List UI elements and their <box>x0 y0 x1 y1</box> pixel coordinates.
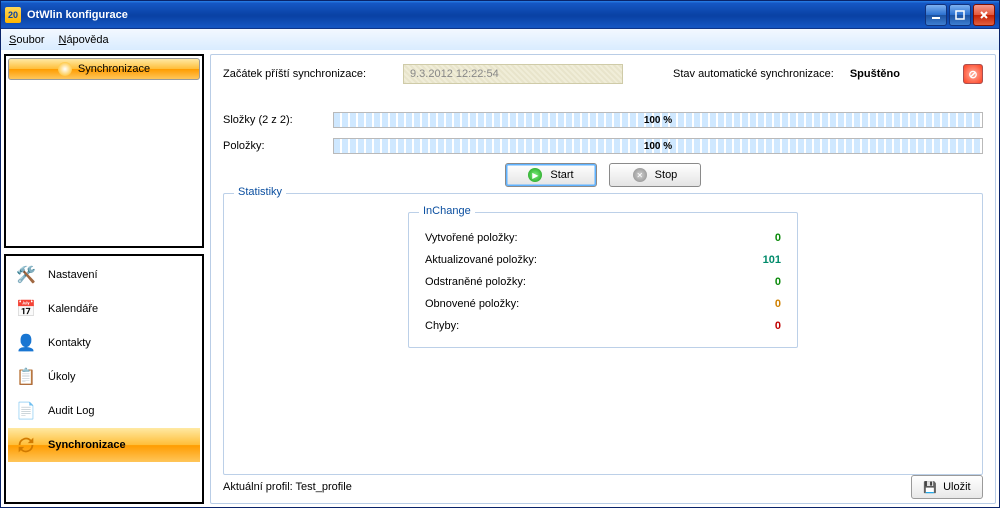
folders-progress: 100 % <box>333 112 983 128</box>
sidebar-item-sync[interactable]: Synchronizace <box>8 428 200 462</box>
sync-icon <box>58 62 72 76</box>
updated-label: Aktualizované položky: <box>425 254 537 266</box>
minimize-icon <box>931 10 941 20</box>
sidebar-top-tab[interactable]: Synchronizace <box>8 58 200 80</box>
window-title: OtWlin konfigurace <box>27 9 128 21</box>
inchange-fieldset: InChange Vytvořené položky: 0 Aktualizov… <box>408 212 798 348</box>
start-button[interactable]: ▶ Start <box>505 163 597 187</box>
next-sync-value: 9.3.2012 12:22:54 <box>403 64 623 84</box>
minimize-button[interactable] <box>925 4 947 26</box>
stats-fieldset: Statistiky InChange Vytvořené položky: 0… <box>223 193 983 475</box>
sidebar-item-label: Audit Log <box>48 405 94 417</box>
menu-help[interactable]: Nápověda <box>58 34 108 46</box>
next-sync-label: Začátek příští synchronizace: <box>223 68 393 80</box>
maximize-icon <box>955 10 965 20</box>
sidebar-item-label: Úkoly <box>48 371 76 383</box>
profile-label: Aktuální profil: Test_profile <box>223 481 352 493</box>
folders-pct: 100 % <box>334 113 982 127</box>
tasks-icon: 📋 <box>14 365 38 389</box>
sidebar-item-tasks[interactable]: 📋 Úkoly <box>8 360 200 394</box>
save-icon: 💾 <box>923 481 937 494</box>
sidebar-bottom-panel: 🛠️ Nastavení 📅 Kalendáře 👤 Kontakty 📋 Úk… <box>4 254 204 504</box>
save-button[interactable]: 💾 Uložit <box>911 475 983 499</box>
sidebar-item-auditlog[interactable]: 📄 Audit Log <box>8 394 200 428</box>
gear-icon: 🛠️ <box>14 263 38 287</box>
stats-legend: Statistiky <box>234 186 286 198</box>
stop-icon: ✕ <box>633 168 647 182</box>
sidebar: Synchronizace 🛠️ Nastavení 📅 Kalendáře 👤… <box>4 54 204 504</box>
sidebar-item-label: Nastavení <box>48 269 98 281</box>
sidebar-item-label: Synchronizace <box>48 439 126 451</box>
errors-label: Chyby: <box>425 320 459 332</box>
items-pct: 100 % <box>334 139 982 153</box>
updated-value: 101 <box>731 254 781 266</box>
sidebar-top-panel: Synchronizace <box>4 54 204 248</box>
folders-label: Složky (2 z 2): <box>223 114 323 126</box>
sidebar-item-contacts[interactable]: 👤 Kontakty <box>8 326 200 360</box>
play-icon: ▶ <box>528 168 542 182</box>
app-icon: 20 <box>5 7 21 23</box>
app-window: 20 OtWlin konfigurace Soubor Nápověda Sy… <box>0 0 1000 508</box>
auto-state-label: Stav automatické synchronizace: <box>673 68 834 80</box>
footer: Aktuální profil: Test_profile 💾 Uložit <box>223 475 983 499</box>
auto-state-value: Spuštěno <box>850 68 900 80</box>
main-panel: Začátek příští synchronizace: 9.3.2012 1… <box>210 54 996 504</box>
items-progress: 100 % <box>333 138 983 154</box>
sidebar-item-calendars[interactable]: 📅 Kalendáře <box>8 292 200 326</box>
titlebar[interactable]: 20 OtWlin konfigurace <box>1 1 999 29</box>
sidebar-top-label: Synchronizace <box>78 63 150 75</box>
stop-auto-button[interactable]: ⊘ <box>963 64 983 84</box>
removed-value: 0 <box>731 276 781 288</box>
cancel-icon: ⊘ <box>968 68 977 81</box>
calendar-icon: 📅 <box>14 297 38 321</box>
stop-label: Stop <box>655 169 678 181</box>
restored-label: Obnovené položky: <box>425 298 519 310</box>
created-label: Vytvořené položky: <box>425 232 518 244</box>
log-icon: 📄 <box>14 399 38 423</box>
contact-icon: 👤 <box>14 331 38 355</box>
refresh-icon <box>14 433 38 457</box>
close-icon <box>979 10 989 20</box>
stop-button[interactable]: ✕ Stop <box>609 163 701 187</box>
inchange-legend: InChange <box>419 205 475 217</box>
removed-label: Odstraněné položky: <box>425 276 526 288</box>
sidebar-item-label: Kalendáře <box>48 303 98 315</box>
sidebar-item-settings[interactable]: 🛠️ Nastavení <box>8 258 200 292</box>
errors-value: 0 <box>731 320 781 332</box>
items-label: Položky: <box>223 140 323 152</box>
maximize-button[interactable] <box>949 4 971 26</box>
menubar: Soubor Nápověda <box>1 29 999 51</box>
menu-file[interactable]: Soubor <box>9 34 44 46</box>
sidebar-item-label: Kontakty <box>48 337 91 349</box>
start-label: Start <box>550 169 573 181</box>
created-value: 0 <box>731 232 781 244</box>
restored-value: 0 <box>731 298 781 310</box>
save-label: Uložit <box>943 481 971 493</box>
close-button[interactable] <box>973 4 995 26</box>
